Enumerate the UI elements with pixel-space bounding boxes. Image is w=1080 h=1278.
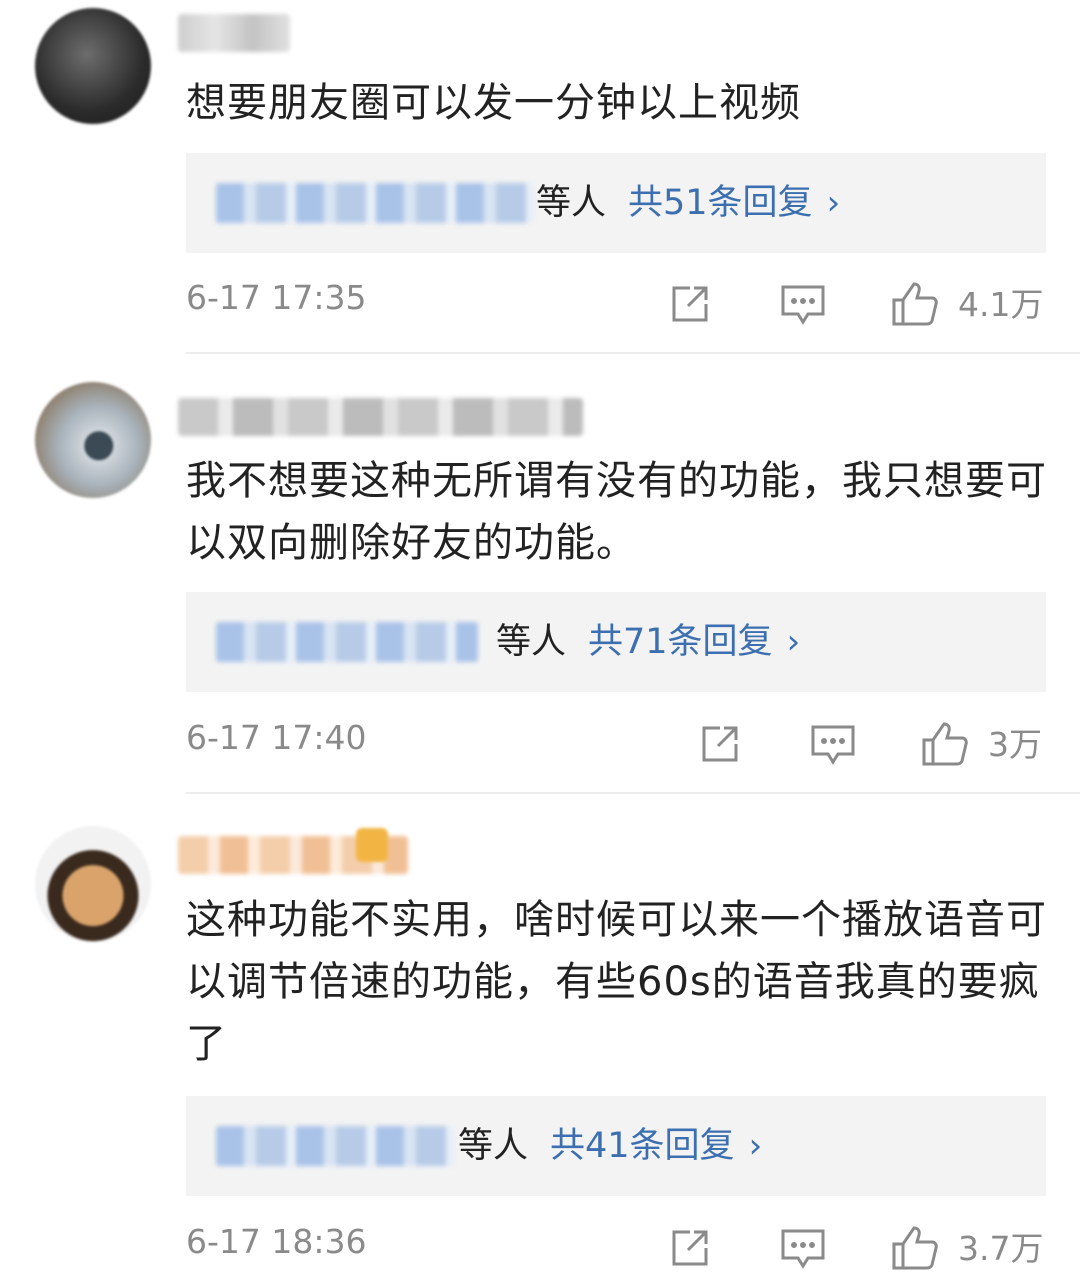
avatar[interactable] bbox=[35, 826, 151, 942]
share-icon[interactable] bbox=[698, 722, 742, 766]
reply-usernames bbox=[216, 622, 478, 662]
comment-icon[interactable] bbox=[810, 724, 856, 766]
comment-item: 这种功能不实用，啥时候可以来一个播放语音可以调节倍速的功能，有些60s的语音我真… bbox=[0, 822, 1080, 1270]
comment-icon[interactable] bbox=[780, 1228, 826, 1270]
chevron-right-icon: › bbox=[786, 622, 801, 662]
reply-suffix: 等人 bbox=[458, 1126, 529, 1166]
reply-suffix: 等人 bbox=[536, 183, 607, 223]
reply-count-link[interactable]: 共71条回复 bbox=[588, 622, 773, 662]
chevron-right-icon: › bbox=[748, 1126, 763, 1166]
reply-count-link[interactable]: 共41条回复 bbox=[550, 1126, 735, 1166]
comment-meta: 6-17 18:36 3.7万 bbox=[0, 1222, 1080, 1278]
timestamp: 6-17 18:36 bbox=[186, 1222, 367, 1261]
timestamp: 6-17 17:35 bbox=[186, 278, 367, 317]
comment-icon[interactable] bbox=[780, 284, 826, 326]
username[interactable] bbox=[178, 398, 583, 436]
username[interactable] bbox=[178, 14, 290, 52]
like-count: 4.1万 bbox=[958, 285, 1044, 324]
reply-preview[interactable]: 等人 共51条回复 › bbox=[186, 153, 1046, 253]
reply-preview[interactable]: 等人 共41条回复 › bbox=[186, 1096, 1046, 1196]
avatar[interactable] bbox=[35, 382, 151, 498]
reply-preview[interactable]: 等人 共71条回复 › bbox=[186, 592, 1046, 692]
comment-text: 这种功能不实用，啥时候可以来一个播放语音可以调节倍速的功能，有些60s的语音我真… bbox=[186, 897, 1047, 1067]
share-icon[interactable] bbox=[668, 282, 712, 326]
share-icon[interactable] bbox=[668, 1226, 712, 1270]
comment-text: 想要朋友圈可以发一分钟以上视频 bbox=[186, 80, 801, 126]
reply-suffix: 等人 bbox=[496, 622, 567, 662]
comment-text: 我不想要这种无所谓有没有的功能，我只想要可以双向删除好友的功能。 bbox=[186, 458, 1047, 566]
thumbs-up-icon[interactable] bbox=[920, 720, 970, 768]
comment-meta: 6-17 17:40 3万 bbox=[0, 718, 1080, 774]
reply-usernames bbox=[216, 183, 534, 223]
avatar[interactable] bbox=[35, 8, 151, 124]
reply-count-link[interactable]: 共51条回复 bbox=[628, 183, 813, 223]
like-count: 3万 bbox=[988, 725, 1042, 764]
divider bbox=[186, 352, 1080, 354]
timestamp: 6-17 17:40 bbox=[186, 718, 367, 757]
thumbs-up-icon[interactable] bbox=[890, 1224, 940, 1272]
chevron-right-icon: › bbox=[826, 183, 841, 223]
divider bbox=[186, 792, 1080, 794]
reply-usernames bbox=[216, 1126, 454, 1166]
comment-item: 我不想要这种无所谓有没有的功能，我只想要可以双向删除好友的功能。 等人 共71条回… bbox=[0, 382, 1080, 794]
like-count: 3.7万 bbox=[958, 1229, 1044, 1268]
comment-item: 想要朋友圈可以发一分钟以上视频 等人 共51条回复 › 6-17 17:35 4.1… bbox=[0, 0, 1080, 355]
thumbs-up-icon[interactable] bbox=[890, 280, 940, 328]
comment-meta: 6-17 17:35 4.1万 bbox=[0, 278, 1080, 334]
vip-badge-icon bbox=[356, 828, 388, 862]
